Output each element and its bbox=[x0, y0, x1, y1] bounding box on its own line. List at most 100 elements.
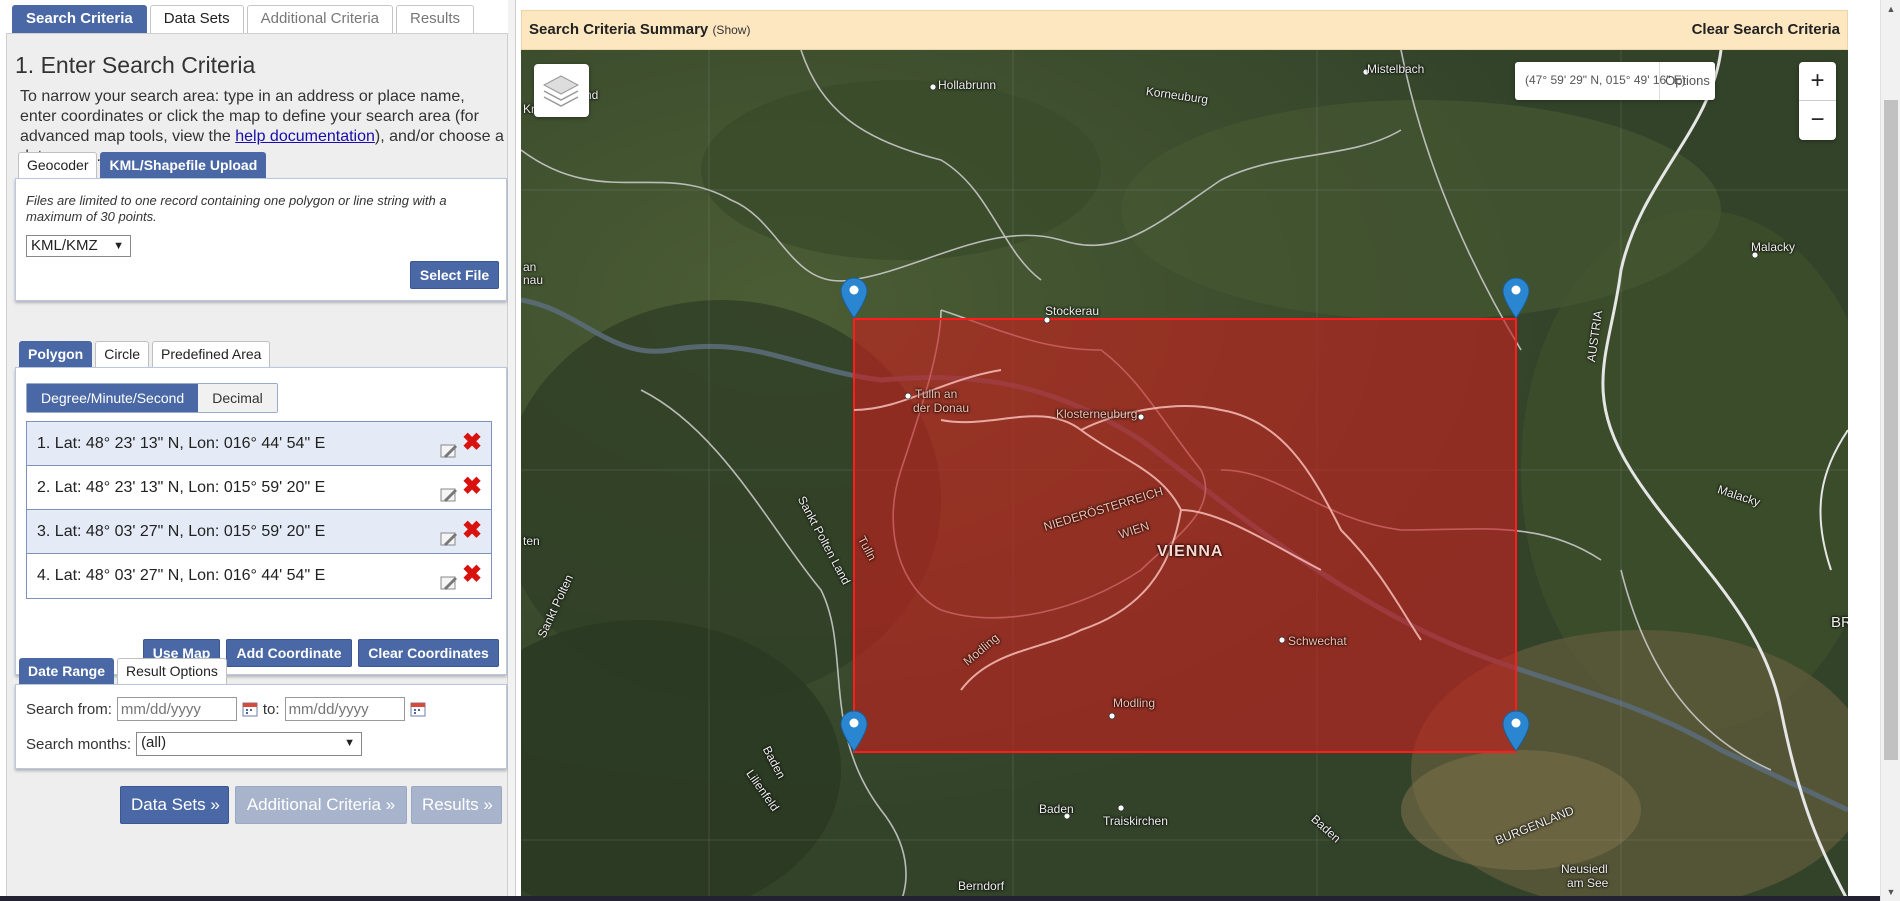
date-from-input[interactable] bbox=[116, 697, 237, 721]
delete-icon[interactable]: ✖ bbox=[461, 475, 483, 499]
map-label: Baden bbox=[1039, 802, 1074, 816]
tab-predefined-area[interactable]: Predefined Area bbox=[152, 341, 271, 367]
decimal-option[interactable]: Decimal bbox=[198, 384, 277, 412]
coordinate-text: 4. Lat: 48° 03' 27" N, Lon: 016° 44' 54"… bbox=[37, 567, 326, 584]
search-months-value: (all) bbox=[141, 734, 167, 751]
map-label: Traiskirchen bbox=[1103, 814, 1168, 828]
satellite-map-image bbox=[521, 50, 1848, 901]
upload-tabs: Geocoder KML/Shapefile Upload bbox=[18, 152, 267, 178]
upload-note: Files are limited to one record containi… bbox=[26, 193, 447, 224]
tab-geocoder[interactable]: Geocoder bbox=[18, 152, 98, 178]
to-label: to: bbox=[262, 700, 280, 718]
map-label: an bbox=[523, 260, 537, 274]
map-options-button[interactable]: Options bbox=[1659, 62, 1715, 100]
map-label: der Donau bbox=[913, 401, 970, 415]
tab-data-sets[interactable]: Data Sets bbox=[149, 5, 244, 33]
dropdown-arrow-icon: ▼ bbox=[344, 737, 356, 749]
polygon-vertex-marker[interactable] bbox=[1501, 275, 1531, 319]
main-tabs: Search Criteria Data Sets Additional Cri… bbox=[12, 5, 475, 33]
dms-option[interactable]: Degree/Minute/Second bbox=[27, 384, 199, 412]
coordinate-row: 4. Lat: 48° 03' 27" N, Lon: 016° 44' 54"… bbox=[27, 554, 491, 598]
dropdown-arrow-icon: ▼ bbox=[113, 240, 124, 252]
summary-title: Search Criteria Summary (Show) bbox=[529, 21, 750, 38]
scroll-down-icon[interactable]: ▼ bbox=[1881, 883, 1900, 901]
date-range-row: Search from: to: bbox=[26, 697, 426, 721]
zoom-in-button[interactable]: + bbox=[1799, 62, 1836, 101]
polygon-vertex-marker[interactable] bbox=[839, 275, 869, 319]
search-from-label: Search from: bbox=[26, 700, 112, 718]
tab-kml-upload[interactable]: KML/Shapefile Upload bbox=[100, 152, 267, 178]
zoom-out-button[interactable]: − bbox=[1799, 101, 1836, 140]
select-file-button[interactable]: Select File bbox=[410, 261, 499, 289]
map-label: Klosterneuburg bbox=[1056, 407, 1138, 421]
tab-circle[interactable]: Circle bbox=[95, 341, 150, 367]
summary-title-text: Search Criteria Summary bbox=[529, 21, 709, 38]
tab-additional-criteria[interactable]: Additional Criteria bbox=[246, 5, 393, 33]
results-nav-button[interactable]: Results » bbox=[411, 786, 502, 824]
scroll-up-icon[interactable]: ▲ bbox=[1881, 0, 1900, 18]
map-label: Hollabrunn bbox=[938, 78, 997, 92]
data-sets-nav-button[interactable]: Data Sets » bbox=[120, 786, 229, 824]
additional-criteria-nav-button[interactable]: Additional Criteria » bbox=[235, 786, 407, 824]
clear-search-criteria-link[interactable]: Clear Search Criteria bbox=[1692, 21, 1840, 38]
tab-result-options[interactable]: Result Options bbox=[117, 658, 227, 684]
date-range-box: Search from: to: Search months: (all) ▼ bbox=[15, 684, 507, 769]
search-panel: Search Criteria Data Sets Additional Cri… bbox=[0, 0, 508, 901]
map-label: am See bbox=[1567, 876, 1609, 890]
layers-icon[interactable] bbox=[534, 64, 589, 117]
map-label: Stockerau bbox=[1045, 304, 1100, 318]
map-label: Berndorf bbox=[958, 879, 1005, 893]
search-months-select[interactable]: (all) ▼ bbox=[136, 732, 363, 756]
tab-results[interactable]: Results bbox=[396, 5, 475, 33]
tab-search-criteria[interactable]: Search Criteria bbox=[12, 5, 147, 33]
edit-icon[interactable] bbox=[439, 566, 459, 590]
date-tabs: Date Range Result Options bbox=[19, 658, 227, 684]
delete-icon[interactable]: ✖ bbox=[461, 563, 483, 587]
coordinate-list: 1. Lat: 48° 23' 13" N, Lon: 016° 44' 54"… bbox=[26, 421, 492, 599]
date-to-input[interactable] bbox=[284, 697, 405, 721]
edit-icon[interactable] bbox=[439, 434, 459, 458]
scrollbar-thumb[interactable] bbox=[1884, 100, 1898, 760]
polygon-vertex-marker[interactable] bbox=[1501, 708, 1531, 752]
edit-icon[interactable] bbox=[439, 522, 459, 546]
upload-box: Files are limited to one record containi… bbox=[15, 178, 507, 301]
calendar-icon[interactable] bbox=[242, 701, 258, 717]
map-label: BR bbox=[1831, 614, 1848, 631]
clear-coordinates-button[interactable]: Clear Coordinates bbox=[358, 639, 499, 667]
delete-icon[interactable]: ✖ bbox=[461, 431, 483, 455]
coordinate-text: 2. Lat: 48° 23' 13" N, Lon: 015° 59' 20"… bbox=[37, 479, 326, 496]
horizontal-scrollbar[interactable] bbox=[0, 896, 1880, 901]
edit-icon[interactable] bbox=[439, 478, 459, 502]
coordinate-row: 1. Lat: 48° 23' 13" N, Lon: 016° 44' 54"… bbox=[27, 422, 491, 466]
area-tabs: Polygon Circle Predefined Area bbox=[19, 341, 271, 367]
tab-date-range[interactable]: Date Range bbox=[19, 658, 115, 684]
map-label: Tulln an bbox=[915, 387, 958, 401]
tab-polygon[interactable]: Polygon bbox=[19, 341, 93, 367]
vertical-scrollbar[interactable]: ▲ ▼ bbox=[1880, 0, 1900, 901]
show-summary-link[interactable]: (Show) bbox=[712, 23, 750, 37]
file-format-value: KML/KMZ bbox=[31, 237, 98, 254]
panel-divider[interactable] bbox=[508, 0, 515, 901]
coordinate-text: 3. Lat: 48° 03' 27" N, Lon: 015° 59' 20"… bbox=[37, 523, 326, 540]
calendar-icon[interactable] bbox=[410, 701, 426, 717]
delete-icon[interactable]: ✖ bbox=[461, 519, 483, 543]
map-label: ten bbox=[523, 534, 540, 548]
file-format-select[interactable]: KML/KMZ ▼ bbox=[26, 235, 131, 257]
map-label: Schwechat bbox=[1288, 634, 1347, 648]
zoom-control: + − bbox=[1799, 62, 1836, 140]
map-label: Modling bbox=[1113, 696, 1156, 710]
coordinate-format-toggle: Degree/Minute/Second Decimal bbox=[26, 383, 278, 413]
polygon-vertex-marker[interactable] bbox=[839, 708, 869, 752]
coordinate-text: 1. Lat: 48° 23' 13" N, Lon: 016° 44' 54"… bbox=[37, 435, 326, 452]
coordinate-row: 2. Lat: 48° 23' 13" N, Lon: 015° 59' 20"… bbox=[27, 466, 491, 510]
search-criteria-summary: Search Criteria Summary (Show) Clear Sea… bbox=[521, 10, 1848, 50]
search-months-row: Search months: (all) ▼ bbox=[26, 732, 363, 756]
add-coordinate-button[interactable]: Add Coordinate bbox=[226, 639, 352, 667]
help-documentation-link[interactable]: help documentation bbox=[235, 128, 375, 145]
search-criteria-body: 1. Enter Search Criteria To narrow your … bbox=[6, 33, 508, 901]
map-view[interactable]: Hollabrunn Mistelbach Korneuburg Stocker… bbox=[521, 50, 1848, 901]
polygon-box: Degree/Minute/Second Decimal 1. Lat: 48°… bbox=[15, 367, 507, 675]
map-label-vienna: VIENNA bbox=[1157, 543, 1224, 560]
map-label: Mistelbach bbox=[1367, 62, 1425, 76]
map-label: nau bbox=[523, 273, 544, 287]
